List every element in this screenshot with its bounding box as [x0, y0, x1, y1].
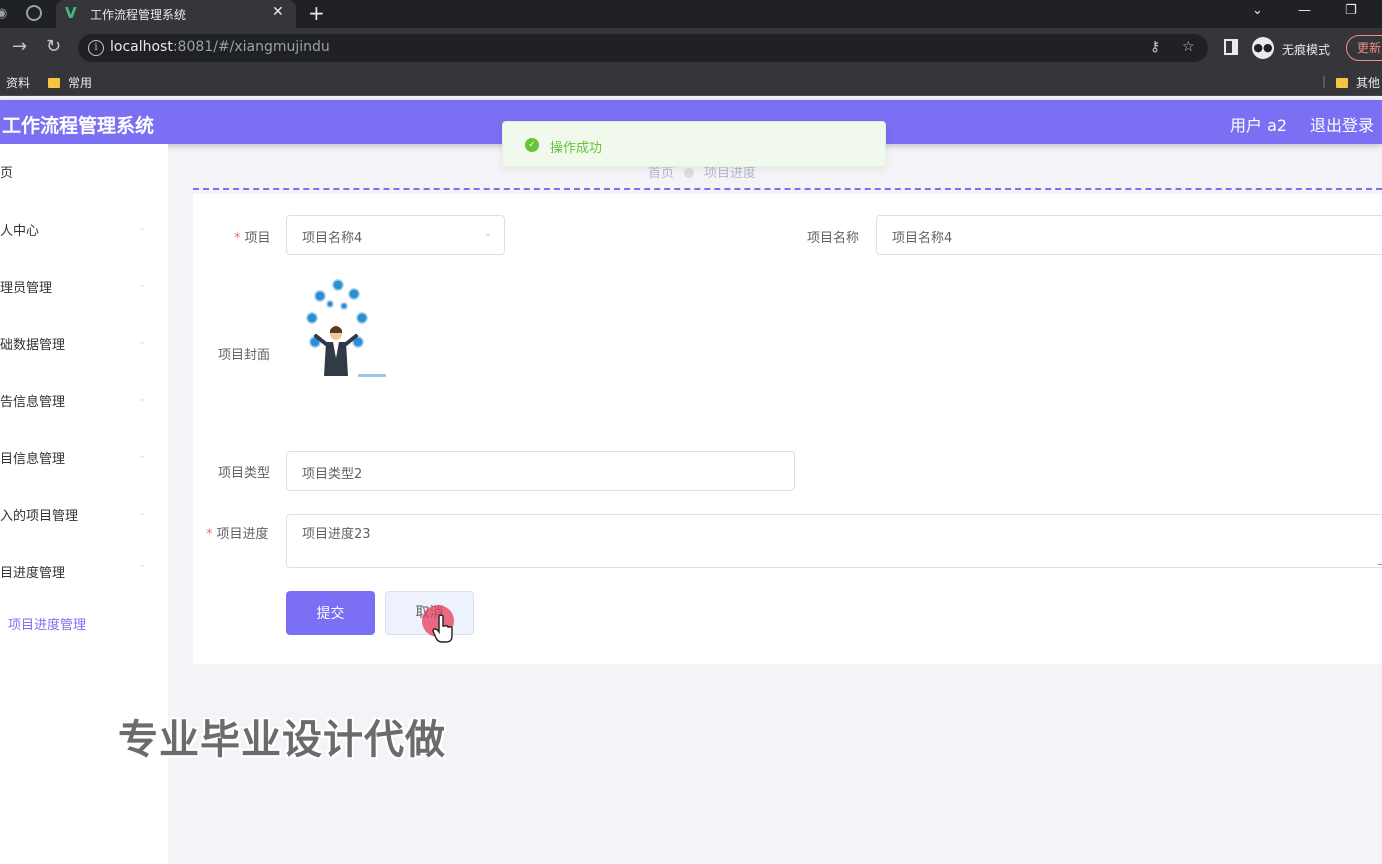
bookmarks-bar: 资料 常用 | 其他	[0, 68, 1382, 96]
chevron-down-icon: ⌄	[138, 279, 147, 290]
breadcrumb-separator-icon	[684, 168, 695, 178]
key-icon[interactable]: ⚷	[1150, 39, 1160, 55]
sidebar-item-progress[interactable]: 目进度管理	[0, 562, 65, 581]
required-mark: *	[206, 527, 213, 542]
sidebar-item-home[interactable]: 页	[0, 162, 13, 181]
sidebar-subitem-progress-manage[interactable]: 项目进度管理	[8, 614, 86, 633]
url-host: localhost	[110, 39, 173, 55]
check-circle-icon: ✓	[525, 138, 539, 152]
bookmarks-divider: |	[1322, 74, 1327, 88]
chevron-up-icon: ⌃	[138, 564, 147, 575]
logout-link[interactable]: 退出登录	[1310, 112, 1374, 136]
bookmark-folder-other[interactable]: 其他	[1336, 74, 1380, 91]
tab-active[interactable]: V 工作流程管理系统 ✕	[56, 0, 296, 28]
bookmark-label: 常用	[68, 76, 93, 90]
url-text[interactable]: localhost:8081/#/xiangmujindu	[110, 39, 330, 55]
folder-icon	[48, 78, 60, 88]
incognito-icon[interactable]: ●●	[1252, 37, 1274, 59]
breadcrumb-home[interactable]: 首页	[648, 166, 674, 181]
browser-tab-bar: ◉ V 工作流程管理系统 ✕ + ⌄ — ❐	[0, 0, 1382, 28]
inactive-tabs[interactable]: ◉	[0, 0, 56, 28]
project-label-text: 项目	[244, 231, 271, 246]
project-progress-label-text: 项目进度	[216, 527, 269, 542]
new-tab-button[interactable]: +	[308, 1, 325, 25]
chevron-down-icon: ⌄	[138, 393, 147, 404]
project-type-label: 项目类型	[218, 466, 271, 481]
reload-icon[interactable]: ↻	[46, 36, 61, 57]
header-divider	[193, 188, 1382, 190]
star-icon[interactable]: ☆	[1182, 39, 1195, 55]
submit-button[interactable]: 提交	[286, 591, 375, 635]
app-title: 工作流程管理系统	[2, 115, 155, 137]
project-select-value: 项目名称4	[302, 231, 363, 246]
chevron-down-icon: ⌄	[138, 222, 147, 233]
toast-message: 操作成功	[550, 141, 603, 156]
tab-close-icon[interactable]: ✕	[272, 4, 284, 20]
project-type-value: 项目类型2	[302, 467, 363, 482]
incognito-label: 无痕模式	[1282, 43, 1331, 57]
minimize-icon[interactable]: —	[1298, 3, 1311, 18]
restore-icon[interactable]: ❐	[1345, 3, 1357, 18]
vue-logo-icon: V	[65, 4, 77, 22]
browser-toolbar: → ↻ i localhost:8081/#/xiangmujindu ⚷ ☆ …	[0, 28, 1382, 68]
tab-title: 工作流程管理系统	[90, 8, 187, 22]
chevron-down-icon: ⌄	[483, 228, 492, 239]
address-bar[interactable]: i localhost:8081/#/xiangmujindu ⚷ ☆	[78, 34, 1208, 62]
chevron-down-icon: ⌄	[138, 336, 147, 347]
project-progress-label: * 项目进度	[206, 523, 269, 542]
project-name-label: 项目名称	[807, 231, 860, 246]
forward-icon[interactable]: →	[12, 36, 27, 57]
bookmark-item[interactable]: 资料	[6, 74, 30, 91]
resize-handle-icon[interactable]	[1377, 557, 1382, 565]
project-cover-image[interactable]	[300, 278, 390, 382]
bookmark-label: 其他	[1356, 76, 1381, 90]
current-user: 用户 a2	[1230, 116, 1288, 135]
project-name-value: 项目名称4	[892, 231, 953, 246]
side-panel-icon[interactable]	[1224, 39, 1238, 55]
project-progress-value: 项目进度23	[302, 527, 371, 542]
project-progress-textarea[interactable]: 项目进度23	[286, 514, 1382, 568]
tab-partial-icon: ◉	[0, 6, 8, 21]
bookmark-folder[interactable]: 常用	[48, 74, 92, 91]
watermark-text: 专业毕业设计代做	[118, 717, 446, 763]
sidebar-item-notice[interactable]: 告信息管理	[0, 391, 65, 410]
update-button[interactable]: 更新	[1346, 35, 1382, 61]
hand-pointer-icon	[432, 614, 453, 643]
breadcrumb-current: 项目进度	[704, 166, 757, 181]
sidebar-item-joined-projects[interactable]: 入的项目管理	[0, 505, 78, 524]
project-type-input[interactable]: 项目类型2	[286, 451, 795, 491]
globe-icon	[26, 5, 42, 21]
project-name-input[interactable]: 项目名称4	[876, 215, 1382, 255]
success-toast: ✓ 操作成功	[502, 121, 886, 167]
folder-icon	[1336, 78, 1348, 88]
sidebar-item-profile[interactable]: 人中心	[0, 220, 39, 239]
sidebar-item-admin[interactable]: 理员管理	[0, 277, 52, 296]
project-select[interactable]: 项目名称4 ⌄	[286, 215, 505, 255]
tab-search-icon[interactable]: ⌄	[1252, 3, 1263, 18]
project-cover-label: 项目封面	[218, 348, 271, 363]
url-path: :8081/#/xiangmujindu	[172, 39, 330, 55]
project-label: * 项目	[234, 227, 271, 246]
chevron-down-icon: ⌄	[138, 450, 147, 461]
sidebar-item-base-data[interactable]: 础数据管理	[0, 334, 65, 353]
info-icon[interactable]: i	[88, 40, 104, 56]
chevron-down-icon: ⌄	[138, 507, 147, 518]
sidebar-item-project-info[interactable]: 目信息管理	[0, 448, 65, 467]
required-mark: *	[234, 231, 241, 246]
